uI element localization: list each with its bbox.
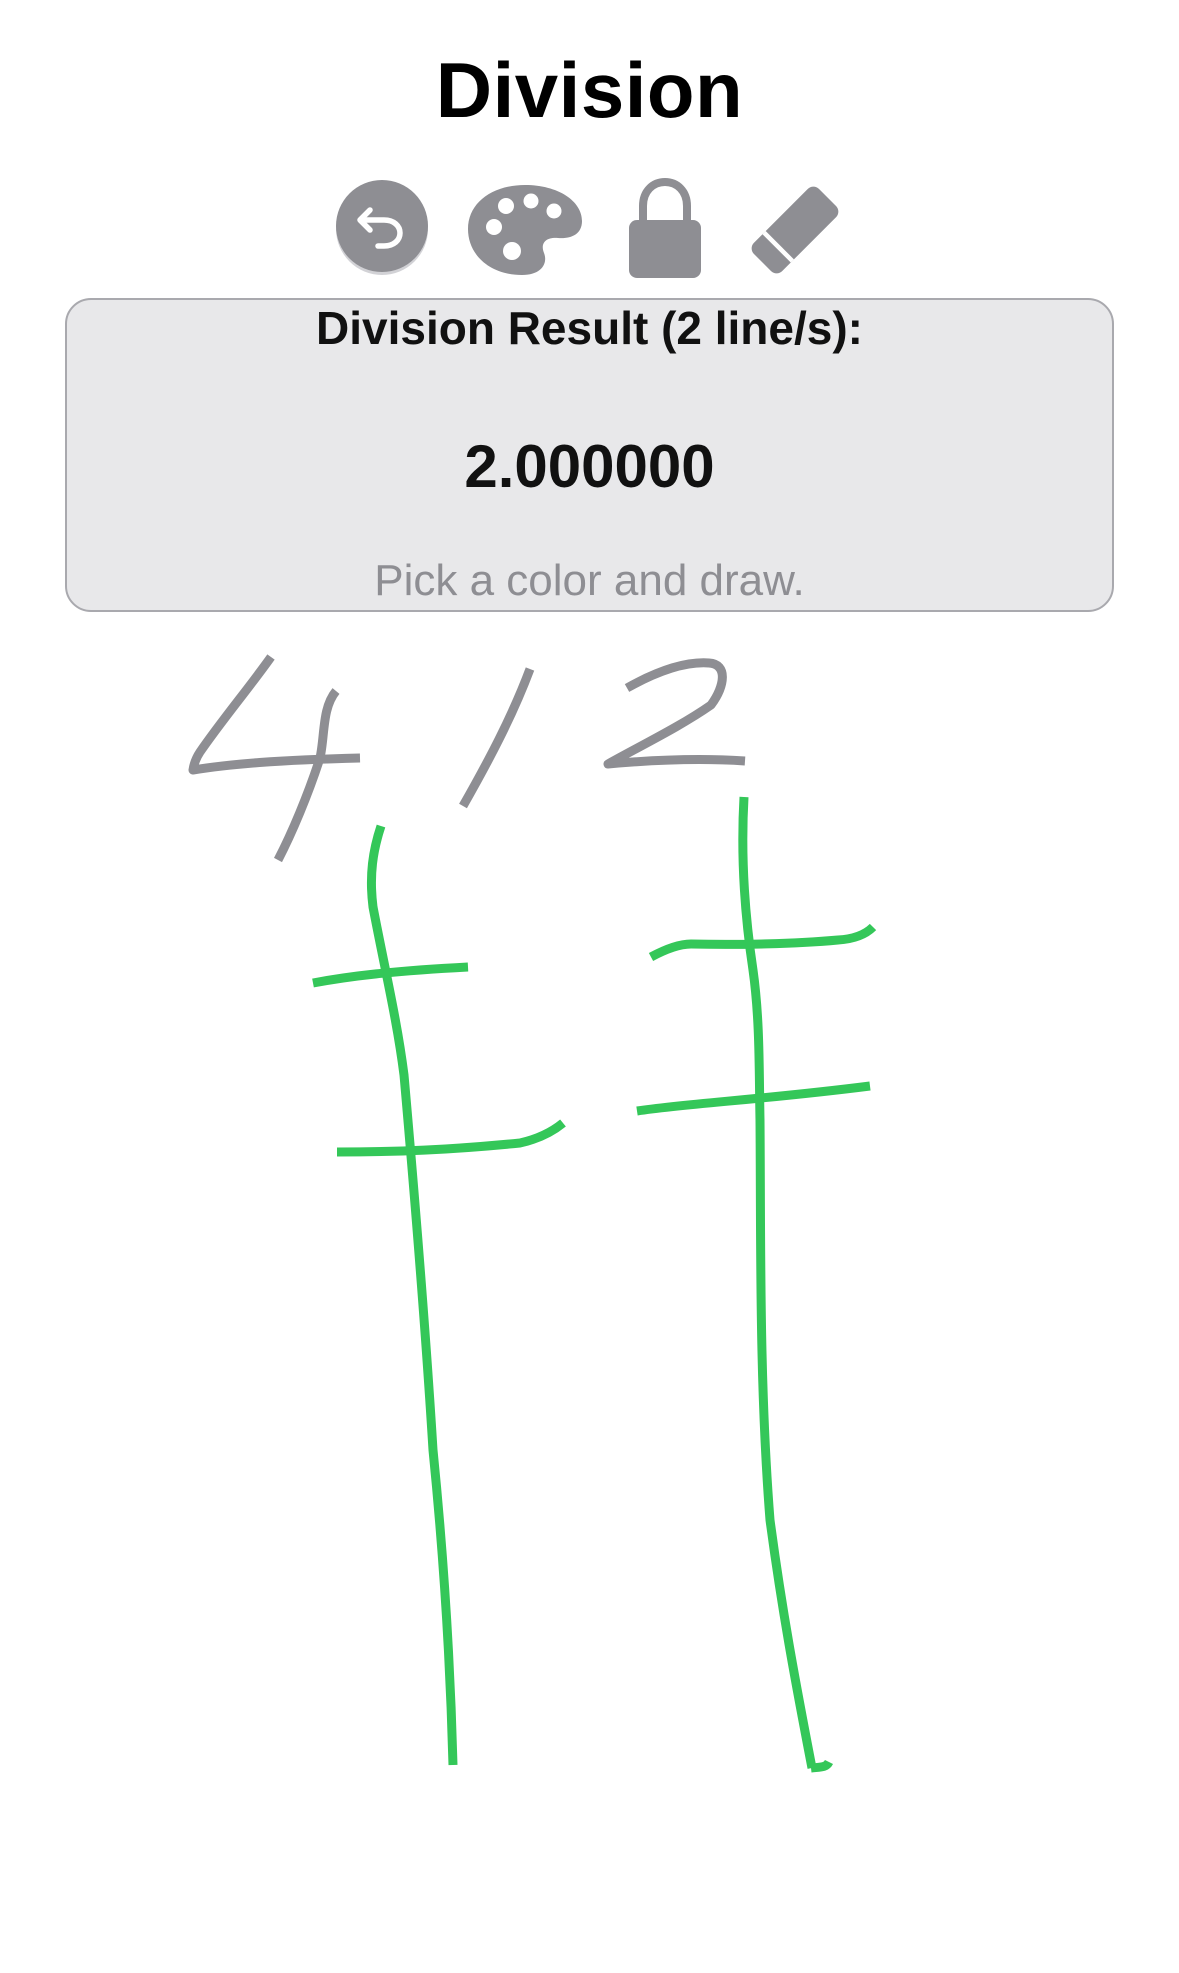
drawing-canvas[interactable]: [0, 620, 1179, 1973]
drawing-toolbar: [0, 176, 1179, 286]
cross-stroke-right-upper: [648, 923, 877, 961]
undo-arrow-icon[interactable]: [332, 176, 432, 276]
cross-stroke-left-lower: [336, 1119, 566, 1157]
page-title: Division: [435, 46, 744, 134]
result-value: 2.000000: [464, 433, 715, 500]
lock-icon[interactable]: [627, 176, 703, 280]
handwritten-slash: [459, 667, 535, 809]
cross-stroke-right-lower: [636, 1081, 871, 1116]
handwritten-digit-4-stem: [274, 688, 340, 863]
result-hint: Pick a color and draw.: [374, 556, 805, 605]
drawn-lines: [312, 796, 877, 1773]
result-heading: Division Result (2 line/s):: [316, 302, 863, 354]
eraser-icon[interactable]: [745, 180, 845, 278]
handwritten-digit-4: [188, 654, 361, 775]
handwritten-digit-2: [603, 658, 746, 769]
handwritten-expression: [188, 654, 746, 863]
palette-icon[interactable]: [466, 181, 584, 279]
